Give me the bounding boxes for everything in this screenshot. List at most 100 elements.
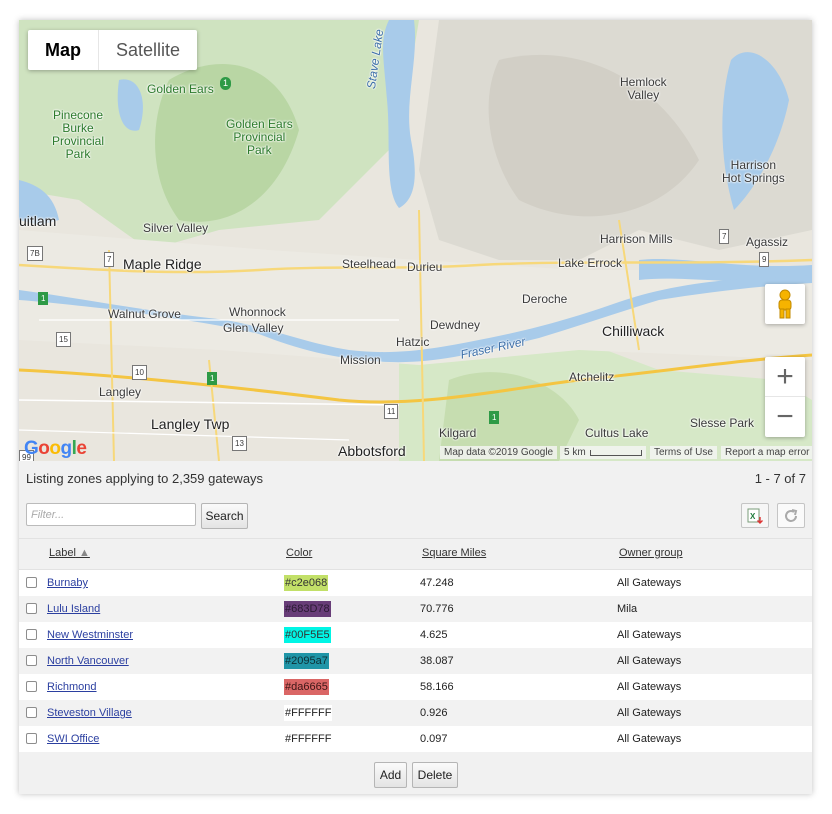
route-badge: 1 [207, 372, 218, 385]
zoom-in-button[interactable]: + [765, 357, 805, 397]
zone-label-link[interactable]: North Vancouver [47, 655, 129, 667]
map-type-satellite-tab[interactable]: Satellite [99, 30, 197, 70]
zone-label-link[interactable]: Richmond [47, 681, 97, 693]
place-label: Walnut Grove [108, 307, 181, 321]
sort-ascending-icon: ▲ [78, 547, 90, 559]
column-header-label[interactable]: Label ▲ [49, 547, 90, 559]
column-header-color[interactable]: Color [286, 547, 312, 559]
place-label: Whonnock [229, 305, 286, 319]
map-scale: 5 km [560, 446, 646, 459]
row-checkbox[interactable] [26, 603, 37, 614]
street-view-pegman-button[interactable] [765, 284, 805, 324]
delete-button[interactable]: Delete [412, 762, 458, 788]
table-row: New Westminster #00F5E5 4.625 All Gateways [19, 622, 812, 648]
place-label: Lake Errock [558, 256, 623, 270]
zone-square-miles: 47.248 [420, 577, 454, 589]
zones-table: Label ▲ Color Square Miles Owner group B… [19, 538, 812, 752]
listing-range: 1 - 7 of 7 [754, 471, 806, 486]
row-checkbox[interactable] [26, 733, 37, 744]
place-label: Deroche [522, 292, 568, 306]
place-label: Silver Valley [143, 221, 209, 235]
row-checkbox[interactable] [26, 681, 37, 692]
excel-export-icon: X [747, 508, 763, 524]
place-label: Hemlock Valley [620, 75, 667, 102]
zone-label-link[interactable]: SWI Office [47, 733, 99, 745]
place-label: Kilgard [439, 426, 477, 440]
place-label: Durieu [407, 260, 443, 274]
zone-owner-group: All Gateways [617, 681, 682, 693]
place-label: Harrison Mills [600, 232, 673, 246]
route-badge: 7 [104, 252, 115, 267]
map-data-attribution: Map data ©2019 Google [440, 446, 558, 459]
search-button[interactable]: Search [201, 503, 248, 529]
zone-square-miles: 58.166 [420, 681, 454, 693]
column-header-owner-group[interactable]: Owner group [619, 547, 683, 559]
route-badge: 15 [56, 332, 71, 347]
route-badge: 1 [38, 292, 49, 305]
map-view[interactable]: Map Satellite Golden Ears Pinecone Burke… [19, 20, 812, 461]
zone-color-swatch: #FFFFFF [284, 705, 333, 721]
zone-color-swatch: #da6665 [284, 679, 329, 695]
place-label: Glen Valley [223, 321, 284, 335]
route-badge: 13 [232, 436, 247, 451]
map-scale-label: 5 km [564, 447, 586, 458]
map-type-control: Map Satellite [28, 30, 198, 70]
svg-text:X: X [750, 512, 756, 521]
row-checkbox[interactable] [26, 629, 37, 640]
table-body: Burnaby #c2e068 47.248 All Gateways Lulu Isl… [19, 570, 812, 752]
zone-square-miles: 70.776 [420, 603, 454, 615]
place-label: Mission [340, 353, 381, 367]
place-label: Abbotsford [338, 443, 406, 459]
zone-square-miles: 0.926 [420, 707, 448, 719]
table-header: Label ▲ Color Square Miles Owner group [19, 538, 812, 570]
zoom-out-button[interactable]: − [765, 397, 805, 437]
google-logo: Google [24, 438, 87, 459]
place-label: Golden Ears [147, 82, 214, 96]
place-label: Atchelitz [569, 370, 615, 384]
terms-of-use-link[interactable]: Terms of Use [650, 446, 717, 459]
export-excel-button[interactable]: X [741, 503, 769, 528]
row-checkbox[interactable] [26, 655, 37, 666]
zone-square-miles: 0.097 [420, 733, 448, 745]
row-checkbox[interactable] [26, 577, 37, 588]
table-row: Steveston Village #FFFFFF 0.926 All Gateway… [19, 700, 812, 726]
zone-label-link[interactable]: Burnaby [47, 577, 88, 589]
route-badge: 7 [719, 229, 730, 244]
place-label: Agassiz [746, 235, 789, 249]
place-label: Langley [99, 385, 142, 399]
row-checkbox[interactable] [26, 707, 37, 718]
zone-color-swatch: #2095a7 [284, 653, 329, 669]
place-label: Chilliwack [602, 323, 665, 339]
filter-input[interactable]: Filter... [26, 503, 196, 526]
zone-owner-group: All Gateways [617, 707, 682, 719]
zone-owner-group: Mila [617, 603, 638, 615]
zone-color-swatch: #00F5E5 [284, 627, 331, 643]
zone-square-miles: 38.087 [420, 655, 454, 667]
route-badge: 1 [489, 411, 500, 424]
zones-panel: Map Satellite Golden Ears Pinecone Burke… [19, 20, 812, 794]
table-row: Richmond #da6665 58.166 All Gateways [19, 674, 812, 700]
place-label: Pinecone Burke Provincial Park [52, 108, 105, 161]
column-header-square-miles[interactable]: Square Miles [422, 547, 486, 559]
map-type-map-tab[interactable]: Map [28, 30, 99, 70]
zone-square-miles: 4.625 [420, 629, 448, 641]
table-row: North Vancouver #2095a7 38.087 All Gateways [19, 648, 812, 674]
route-badge: 9 [759, 252, 770, 267]
place-label: uitlam [19, 213, 57, 229]
zone-color-swatch: #683D78 [284, 601, 331, 617]
place-label: Dewdney [430, 318, 481, 332]
add-button[interactable]: Add [374, 762, 407, 788]
place-label: Slesse Park [690, 416, 755, 430]
zone-label-link[interactable]: New Westminster [47, 629, 133, 641]
place-label: Hatzic [396, 335, 430, 349]
zone-owner-group: All Gateways [617, 733, 682, 745]
place-label: Harrison Hot Springs [722, 158, 785, 185]
table-row: Lulu Island #683D78 70.776 Mila [19, 596, 812, 622]
zone-label-link[interactable]: Lulu Island [47, 603, 100, 615]
zone-owner-group: All Gateways [617, 655, 682, 667]
report-map-error-link[interactable]: Report a map error [721, 446, 812, 459]
refresh-button[interactable] [777, 503, 805, 528]
zone-label-link[interactable]: Steveston Village [47, 707, 132, 719]
route-badge: 7B [27, 246, 43, 261]
map-scale-bar [589, 449, 642, 456]
